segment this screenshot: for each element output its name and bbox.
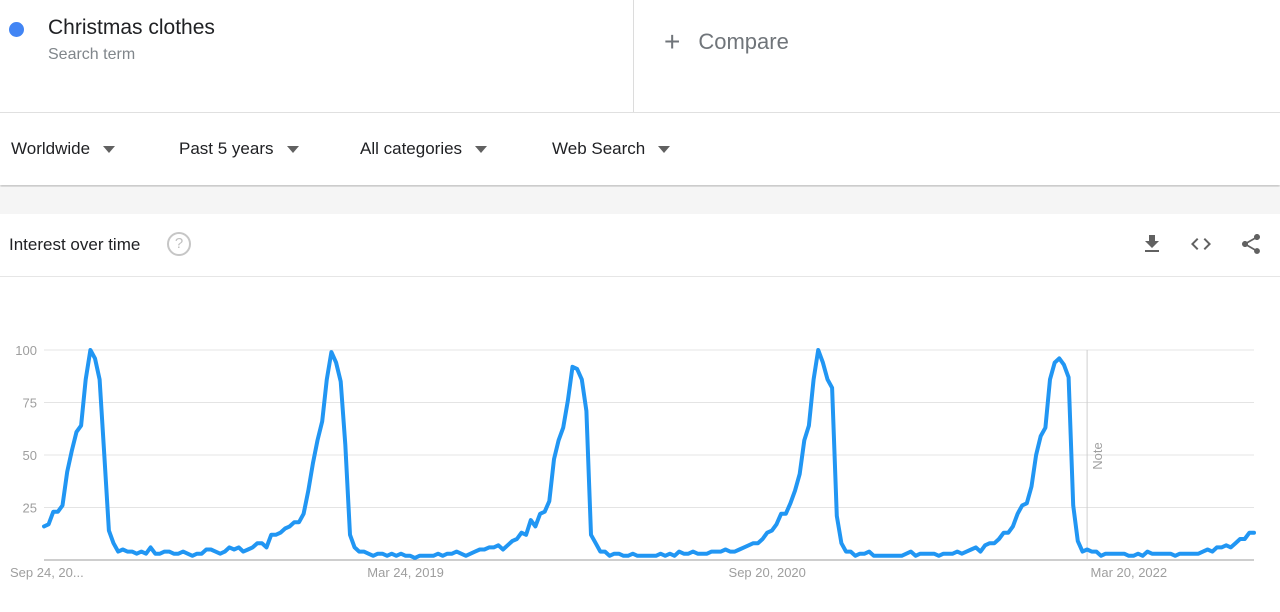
filter-bar: Worldwide Past 5 years All categories We… [0, 113, 1280, 185]
search-term-sublabel: Search term [48, 46, 136, 63]
card-title: Interest over time [9, 235, 141, 254]
y-tick-label: 75 [23, 396, 37, 411]
x-tick-label: Sep 24, 20... [10, 565, 84, 580]
filter-label: Web Search [552, 139, 646, 158]
filter-category-dropdown[interactable]: All categories [360, 139, 488, 159]
plus-icon: + [664, 26, 681, 57]
y-tick-label: 50 [23, 448, 37, 463]
filter-label: Worldwide [11, 139, 91, 158]
search-term-card[interactable]: Christmas clothes Search term [0, 0, 634, 112]
note-label: Note [1090, 442, 1105, 469]
compare-button[interactable]: + Compare [664, 28, 789, 56]
series-line-christmas-clothes [42, 348, 1256, 560]
filter-time-range-dropdown[interactable]: Past 5 years [179, 139, 299, 159]
caret-down-icon [475, 145, 488, 153]
filter-region-dropdown[interactable]: Worldwide [11, 139, 116, 159]
share-button[interactable] [1239, 232, 1263, 256]
filter-label: All categories [360, 139, 463, 158]
search-terms-bar: Christmas clothes Search term + Compare [0, 0, 1280, 113]
x-tick-label: Mar 24, 2019 [367, 565, 444, 580]
y-tick-label: 100 [15, 343, 37, 358]
section-gap [0, 187, 1280, 214]
filter-search-type-dropdown[interactable]: Web Search [552, 139, 671, 159]
caret-down-icon [103, 145, 116, 153]
download-button[interactable] [1140, 232, 1164, 256]
card-header: Interest over time ? [0, 214, 1280, 277]
interest-over-time-card: Interest over time ? 25 50 75 100 Sep 24, 2… [0, 214, 1280, 612]
share-icon [1242, 234, 1260, 254]
x-tick-label: Mar 20, 2022 [1091, 565, 1168, 580]
y-tick-label: 25 [23, 501, 37, 516]
term-color-dot [9, 22, 24, 37]
help-circle-icon[interactable]: ? [167, 232, 191, 256]
embed-button[interactable] [1189, 232, 1213, 256]
caret-down-icon [286, 145, 299, 153]
search-term-name[interactable]: Christmas clothes [48, 16, 215, 40]
code-embed-icon [1191, 238, 1211, 250]
caret-down-icon [658, 145, 671, 153]
compare-label: Compare [698, 29, 789, 54]
download-icon [1145, 235, 1159, 252]
interest-line-chart: 25 50 75 100 Sep 24, 20... Mar 24, 2019 Sep 2… [10, 343, 1256, 580]
x-tick-label: Sep 20, 2020 [729, 565, 806, 580]
filter-label: Past 5 years [179, 139, 274, 158]
